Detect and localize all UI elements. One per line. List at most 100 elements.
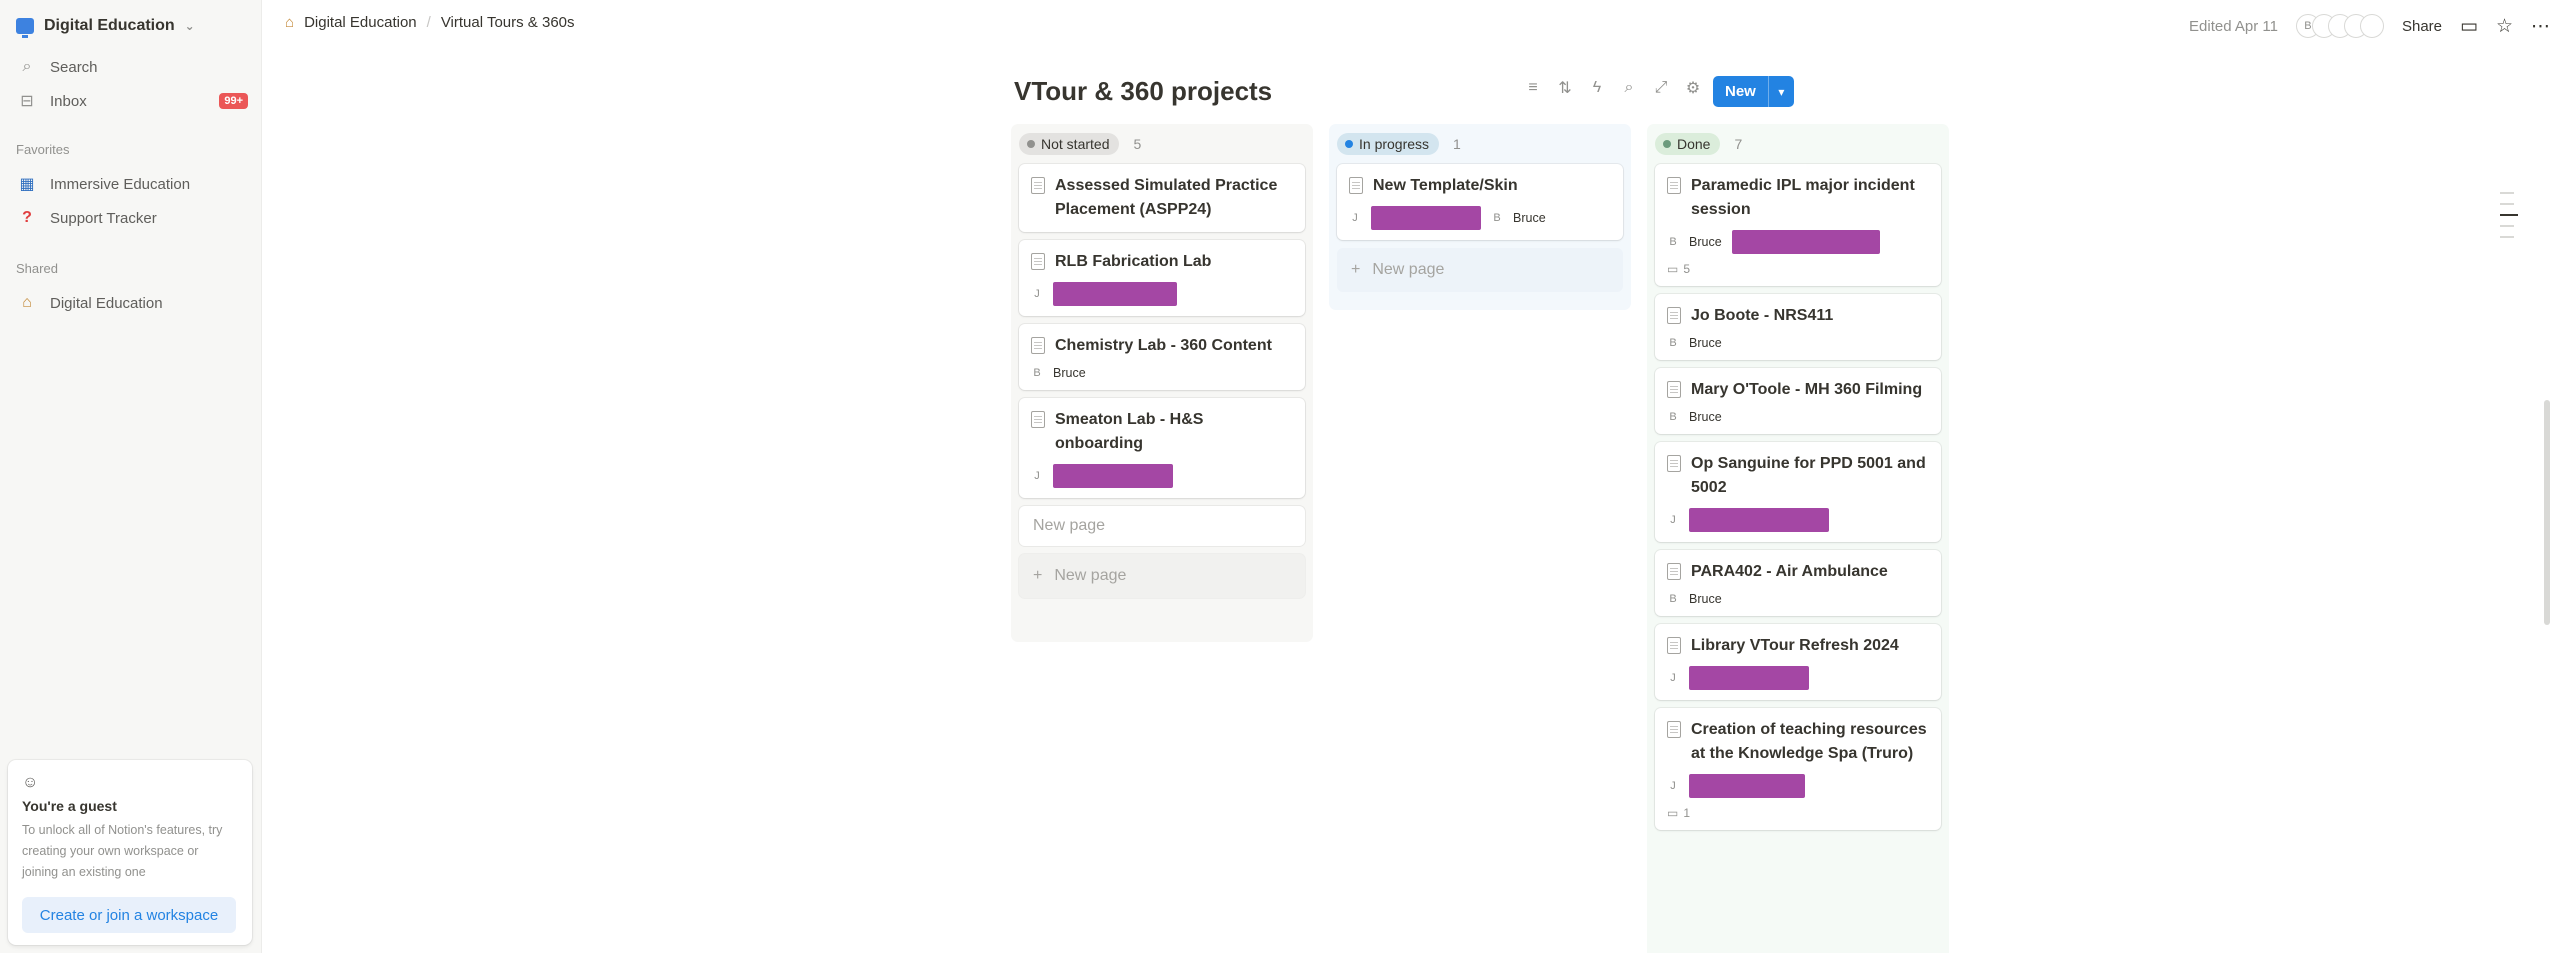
person-name: Bruce [1689, 235, 1722, 249]
board-card[interactable]: New Template/Skin J B Bruce [1337, 164, 1623, 240]
card-title: RLB Fabrication Lab [1055, 253, 1212, 270]
workspace-switcher[interactable]: Digital Education ⌄ [16, 14, 195, 38]
inbox-badge: 99+ [219, 93, 248, 109]
board-card[interactable]: Op Sanguine for PPD 5001 and 5002 J [1655, 442, 1941, 542]
page-icon [1667, 455, 1681, 472]
status-pill[interactable]: Done [1655, 133, 1721, 155]
page-icon [1031, 337, 1045, 354]
expand-icon[interactable]: ⤢ [1652, 79, 1670, 97]
outline-line[interactable] [2500, 225, 2514, 227]
person-initial: B [1033, 367, 1041, 379]
sidebar-item-label: Digital Education [50, 294, 163, 312]
card-title: Mary O'Toole - MH 360 Filming [1691, 381, 1923, 398]
outline-line[interactable] [2500, 192, 2514, 194]
school-icon: ⌂ [285, 14, 295, 31]
school-icon: ⌂ [22, 294, 32, 311]
settings-icon[interactable]: ⚙ [1684, 78, 1702, 98]
status-pill[interactable]: In progress [1337, 133, 1440, 155]
redacted-field [1731, 230, 1880, 254]
redacted-field [1689, 774, 1805, 798]
column-count: 5 [1133, 136, 1142, 152]
workspace-name: Digital Education [44, 17, 175, 34]
scrollbar[interactable] [2544, 400, 2550, 625]
search-icon[interactable]: ⌕ [1620, 79, 1638, 97]
status-pill[interactable]: Not started [1019, 133, 1120, 155]
card-title: Smeaton Lab - H&S onboarding [1055, 411, 1204, 452]
question-mark-icon: ? [22, 209, 32, 226]
board-column-not-started: Not started 5 Assessed Simulated Practic… [1011, 124, 1313, 642]
column-count: 7 [1734, 136, 1743, 152]
outline-line-active[interactable] [2500, 214, 2518, 216]
person-initial: J [1670, 514, 1676, 526]
comment-icon: ▭ [1667, 262, 1679, 276]
sort-icon[interactable]: ⇅ [1556, 78, 1574, 98]
topbar-actions: Edited Apr 11 B Share ▭ ☆ ⋯ [2189, 10, 2550, 42]
sidebar-inbox[interactable]: ⊟ Inbox 99+ [16, 86, 248, 116]
person-initial: B [1669, 411, 1677, 423]
card-title: Jo Boote - NRS411 [1691, 307, 1834, 324]
breadcrumb-item[interactable]: Virtual Tours & 360s [441, 14, 575, 31]
collaborator-avatars[interactable]: B [2295, 14, 2384, 38]
person-initial: J [1034, 288, 1040, 300]
more-icon[interactable]: ⋯ [2531, 15, 2550, 38]
board-card[interactable]: PARA402 - Air Ambulance B Bruce [1655, 550, 1941, 616]
page-icon [1031, 253, 1045, 270]
person-name: Bruce [1689, 410, 1722, 424]
new-button-label[interactable]: New [1713, 76, 1768, 107]
status-label: In progress [1359, 136, 1430, 152]
new-page-input[interactable]: New page [1019, 506, 1305, 546]
person-name: Bruce [1689, 592, 1722, 606]
breadcrumb-item[interactable]: Digital Education [304, 14, 417, 31]
shared-heading[interactable]: Shared [16, 261, 58, 276]
person-initial: J [1670, 672, 1676, 684]
favorites-heading[interactable]: Favorites [16, 142, 69, 157]
sidebar-item-immersive-education[interactable]: ▦ Immersive Education [16, 169, 248, 199]
share-button[interactable]: Share [2402, 18, 2442, 35]
person-name: Bruce [1513, 211, 1546, 225]
breadcrumb: ⌂ Digital Education / Virtual Tours & 36… [285, 14, 575, 31]
page-outline[interactable] [2500, 192, 2520, 247]
board-card[interactable]: Creation of teaching resources at the Kn… [1655, 708, 1941, 830]
new-page-button[interactable]: + New page [1337, 248, 1623, 292]
redacted-field [1053, 282, 1177, 306]
chevron-down-icon[interactable]: ▾ [1767, 76, 1794, 107]
sidebar-item-digital-education[interactable]: ⌂ Digital Education [16, 288, 248, 318]
create-workspace-button[interactable]: Create or join a workspace [22, 897, 236, 933]
page-title[interactable]: VTour & 360 projects [1014, 76, 1272, 107]
redacted-field [1053, 464, 1173, 488]
board-card[interactable]: Mary O'Toole - MH 360 Filming B Bruce [1655, 368, 1941, 434]
chevron-down-icon: ⌄ [184, 19, 195, 33]
board-card[interactable]: RLB Fabrication Lab J [1019, 240, 1305, 316]
page-icon [1667, 307, 1681, 324]
monitor-icon [16, 18, 34, 38]
person-initial: B [1669, 236, 1677, 248]
board-card[interactable]: Library VTour Refresh 2024 J [1655, 624, 1941, 700]
page-icon [1667, 721, 1681, 738]
card-title: Chemistry Lab - 360 Content [1055, 337, 1272, 354]
person-initial: J [1670, 780, 1676, 792]
guest-text: To unlock all of Notion's features, try … [22, 823, 223, 879]
automation-icon[interactable]: ϟ [1588, 79, 1606, 97]
board-card[interactable]: Chemistry Lab - 360 Content B Bruce [1019, 324, 1305, 390]
page-icon [1667, 637, 1681, 654]
board-card[interactable]: Jo Boote - NRS411 B Bruce [1655, 294, 1941, 360]
board-card[interactable]: Paramedic IPL major incident session B B… [1655, 164, 1941, 286]
guest-title: You're a guest [22, 798, 117, 814]
outline-line[interactable] [2500, 236, 2514, 238]
outline-line[interactable] [2500, 203, 2514, 205]
page-icon [1667, 381, 1681, 398]
column-header: In progress 1 [1337, 132, 1623, 156]
board-card[interactable]: Smeaton Lab - H&S onboarding J [1019, 398, 1305, 498]
filter-icon[interactable]: ≡ [1524, 79, 1542, 97]
sidebar-item-support-tracker[interactable]: ? Support Tracker [16, 203, 248, 233]
comment-icon[interactable]: ▭ [2460, 15, 2478, 38]
comment-count-value: 5 [1683, 262, 1691, 276]
person-initial: B [1669, 593, 1677, 605]
star-icon[interactable]: ☆ [2496, 15, 2513, 38]
sidebar-search[interactable]: ⌕ Search [16, 52, 248, 82]
board-card[interactable]: Assessed Simulated Practice Placement (A… [1019, 164, 1305, 232]
new-page-button[interactable]: + New page [1019, 554, 1305, 598]
new-button[interactable]: New ▾ [1713, 76, 1794, 107]
topbar: ⌂ Digital Education / Virtual Tours & 36… [263, 0, 2558, 52]
person-initial: B [1669, 337, 1677, 349]
